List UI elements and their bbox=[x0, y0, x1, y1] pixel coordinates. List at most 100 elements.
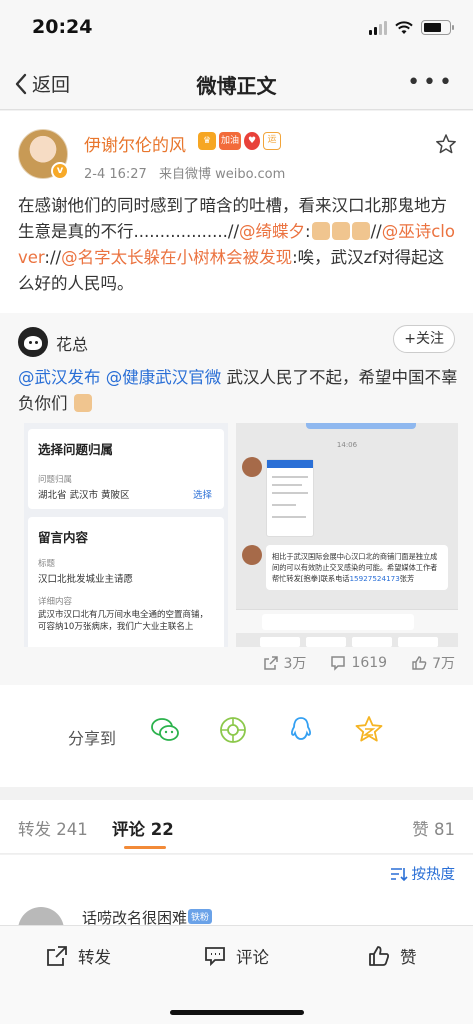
like-label: 赞 bbox=[400, 948, 417, 967]
repost-author[interactable]: 花总 bbox=[56, 331, 88, 355]
like-count: 7万 bbox=[432, 656, 455, 672]
home-indicator bbox=[170, 1010, 304, 1015]
qzone-icon[interactable] bbox=[354, 715, 384, 745]
active-tab-indicator bbox=[124, 846, 166, 849]
field-value: 汉口北批发城业主请愿 bbox=[38, 574, 134, 585]
repost-label: 转发 bbox=[78, 948, 111, 967]
tab-label: 转发 bbox=[18, 820, 51, 839]
tab-comment[interactable]: 评论 22 bbox=[112, 816, 174, 840]
reposted-weibo[interactable]: 花总 +关注 @武汉发布 @健康武汉官微 武汉人民了不起，希望中国不辜负你们 选… bbox=[0, 313, 473, 685]
mention-link[interactable]: @健康武汉官微 bbox=[106, 368, 222, 387]
moments-icon[interactable] bbox=[218, 715, 248, 745]
like-button[interactable]: 赞 bbox=[368, 944, 417, 968]
repost-icon bbox=[47, 946, 67, 966]
post-text-segment: : bbox=[305, 222, 311, 241]
post-time: 2-4 16:27 bbox=[84, 167, 147, 182]
select-button: 选择 bbox=[192, 490, 212, 501]
detail-tabs: 转发 241 评论 22 赞 81 bbox=[0, 800, 473, 854]
comment-button[interactable]: 评论 bbox=[204, 944, 269, 968]
repost-image-form[interactable]: 选择问题归属 问题归属 湖北省 武汉市 黄陂区 选择 留言内容 标题 汉口北批发… bbox=[24, 423, 228, 647]
chat-time: 14:06 bbox=[336, 441, 358, 449]
repost-image-chat[interactable]: 14:06 相比于武汉国际会展中心汉口北的商铺门面是独立成间的可以有效防止交叉感… bbox=[236, 423, 458, 647]
post-meta: 2-4 16:27 来自微博 weibo.com bbox=[84, 163, 285, 182]
repost-count: 3万 bbox=[283, 656, 307, 672]
field-label: 标题 bbox=[38, 559, 56, 569]
repost-button[interactable]: 转发 bbox=[46, 944, 111, 968]
share-icons bbox=[150, 715, 384, 745]
chat-avatar bbox=[242, 545, 262, 565]
comment-label: 评论 bbox=[236, 948, 269, 967]
crown-icon: ♛ bbox=[198, 132, 216, 150]
status-time: 20:24 bbox=[32, 16, 93, 38]
comment-avatar[interactable] bbox=[18, 907, 64, 925]
tab-like[interactable]: 赞 81 bbox=[412, 816, 455, 840]
post-text-segment: // bbox=[370, 222, 382, 241]
chat-signature: 张芳 bbox=[399, 574, 415, 583]
user-badges: ♛ 加油 ♥ 运 bbox=[198, 132, 281, 150]
wifi-icon bbox=[395, 21, 413, 34]
battery-icon bbox=[421, 20, 454, 35]
sort-icon bbox=[390, 867, 408, 881]
bottom-action-bar: 转发 评论 赞 bbox=[0, 925, 473, 1024]
weibo-post: v 伊谢尔伦的风 ♛ 加油 ♥ 运 2-4 16:27 来自微博 weibo.c… bbox=[0, 111, 473, 313]
share-label: 分享到 bbox=[68, 729, 117, 748]
signal-icon bbox=[369, 21, 387, 35]
verified-icon: v bbox=[51, 162, 69, 180]
field-label: 问题归属 bbox=[38, 475, 73, 485]
field-value: 湖北省 武汉市 黄陂区 bbox=[38, 490, 130, 501]
form-card-message: 留言内容 标题 汉口北批发城业主请愿 详细内容 武汉市汉口北有几万间水电全通的空… bbox=[28, 517, 224, 647]
chat-bubble-top bbox=[306, 423, 416, 429]
yun-badge: 运 bbox=[263, 132, 281, 150]
status-bar: 20:24 bbox=[0, 0, 473, 56]
repost-avatar[interactable] bbox=[18, 327, 48, 357]
sort-button[interactable]: 按热度 bbox=[390, 863, 456, 884]
tab-repost[interactable]: 转发 241 bbox=[18, 816, 88, 840]
repost-text: @武汉发布 @健康武汉官微 武汉人民了不起，希望中国不辜负你们 bbox=[18, 365, 458, 417]
more-icon[interactable]: ••• bbox=[407, 70, 455, 95]
comment-count: 1619 bbox=[351, 655, 388, 671]
star-icon[interactable] bbox=[435, 133, 457, 155]
chat-input-bar bbox=[236, 609, 458, 633]
mention-link[interactable]: @绮蝶夕 bbox=[239, 222, 305, 241]
chat-avatar bbox=[242, 457, 262, 477]
tab-count: 241 bbox=[56, 820, 88, 839]
thumbs-up-emoji-icon bbox=[351, 222, 370, 240]
card-title: 留言内容 bbox=[38, 530, 89, 545]
mention-link[interactable]: @武汉发布 bbox=[18, 368, 101, 387]
field-label: 详细内容 bbox=[38, 597, 73, 607]
avatar[interactable]: v bbox=[18, 129, 69, 180]
mention-link[interactable]: @名字太长躲在小树林会被发现 bbox=[61, 248, 292, 267]
repost-stat[interactable]: 3万 bbox=[263, 653, 307, 673]
post-text-segment: :// bbox=[44, 248, 62, 267]
share-row: 分享到 bbox=[0, 685, 473, 787]
nav-bar: 返回 微博正文 ••• bbox=[0, 56, 473, 110]
chat-message: 相比于武汉国际会展中心汉口北的商铺门面是独立成间的可以有效防止交叉感染的可能。希… bbox=[266, 545, 448, 590]
qq-icon[interactable] bbox=[286, 715, 316, 745]
chat-keyboard bbox=[260, 637, 438, 647]
chat-phone: 15927524173 bbox=[349, 574, 400, 583]
sort-row: 按热度 bbox=[0, 855, 473, 895]
page-title: 微博正文 bbox=[196, 74, 277, 98]
thumbs-up-emoji-icon bbox=[311, 222, 330, 240]
comment-item[interactable]: 话唠改名很困难 铁粉 bbox=[0, 895, 473, 925]
vip-badge: 加油 bbox=[219, 132, 241, 150]
form-card-category: 选择问题归属 问题归属 湖北省 武汉市 黄陂区 选择 bbox=[28, 429, 224, 509]
comment-icon bbox=[331, 656, 346, 671]
like-icon bbox=[412, 656, 427, 670]
status-icons bbox=[369, 20, 454, 35]
wechat-icon[interactable] bbox=[150, 715, 180, 745]
pray-emoji-icon bbox=[73, 394, 92, 412]
repost-icon bbox=[263, 656, 278, 670]
follow-button[interactable]: +关注 bbox=[393, 325, 455, 353]
tab-count: 81 bbox=[434, 820, 455, 839]
heart-icon: ♥ bbox=[244, 132, 260, 150]
repost-stats: 3万 1619 7万 bbox=[263, 653, 455, 673]
post-username[interactable]: 伊谢尔伦的风 bbox=[84, 131, 186, 156]
sort-label: 按热度 bbox=[411, 867, 456, 883]
fan-badge: 铁粉 bbox=[188, 909, 213, 924]
field-body: 武汉市汉口北有几万间水电全通的空置商铺，可容纳10万张病床，我们广大业主联名上 bbox=[38, 610, 209, 632]
thumbs-up-emoji-icon bbox=[331, 222, 350, 240]
like-stat[interactable]: 7万 bbox=[411, 653, 455, 673]
comment-username[interactable]: 话唠改名很困难 bbox=[82, 907, 187, 925]
comment-stat[interactable]: 1619 bbox=[330, 655, 387, 671]
